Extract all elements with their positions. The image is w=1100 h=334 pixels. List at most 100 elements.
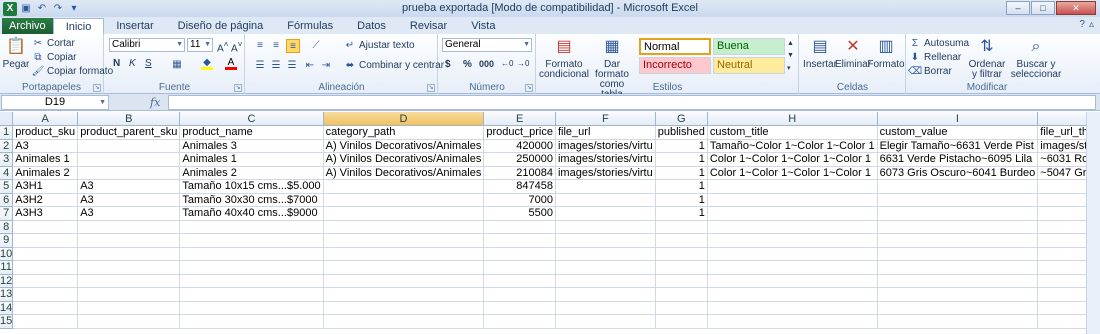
cell-i3[interactable]: 6631 Verde Pistacho~6095 Lila [877,152,1039,167]
cell-d12[interactable] [323,274,485,288]
row-header[interactable]: 8 [0,220,14,234]
cell-f13[interactable] [555,287,656,302]
cell-c9[interactable] [179,233,324,248]
cell-b7[interactable]: A3 [77,206,181,221]
cell-f12[interactable] [555,274,656,288]
row-header[interactable]: 13 [0,287,14,302]
align-bottom-button[interactable]: ≡ [286,39,300,53]
tab-vista[interactable]: Vista [459,18,507,34]
ribbon-minimize-icon[interactable]: ▵ [1089,19,1094,30]
cell-a1[interactable]: product_sku [12,125,79,140]
cell-d15[interactable] [323,314,485,329]
align-left-button[interactable]: ☰ [254,59,266,71]
cell-f9[interactable] [555,233,656,248]
row-header[interactable]: 3 [0,152,14,167]
cell-h12[interactable] [707,274,878,288]
thousands-button[interactable]: 000 [479,59,494,69]
tab-datos[interactable]: Datos [345,18,398,34]
cell-g8[interactable] [655,220,708,234]
row-header[interactable]: 14 [0,301,14,315]
cell-e9[interactable] [483,233,556,248]
cell-h4[interactable]: Color 1~Color 1~Color 1~Color 1 [707,166,878,180]
cell-h8[interactable] [707,220,878,234]
cell-b12[interactable] [77,274,181,288]
styles-scroll-up[interactable]: ▲ [787,40,794,47]
excel-logo-icon[interactable]: X [3,1,17,16]
cell-c3[interactable]: Animales 1 [179,152,324,167]
close-button[interactable]: ✕ [1056,1,1096,15]
row-header[interactable]: 4 [0,166,14,180]
grow-font-button[interactable]: A˄ [217,39,229,54]
borders-button[interactable]: ▦ [171,58,183,70]
cell-c7[interactable]: Tamaño 40x40 cms...$9000 [179,206,324,221]
formula-input[interactable] [168,95,1096,110]
cell-g1[interactable]: published [655,125,708,140]
decrease-decimal-button[interactable]: →0 [517,59,529,68]
cell-i1[interactable]: custom_value [877,125,1039,140]
cell-a14[interactable] [12,301,79,315]
bold-button[interactable]: N [113,58,120,69]
cell-g4[interactable]: 1 [655,166,708,180]
cell-i2[interactable]: Elegir Tamaño~6631 Verde Pist [877,139,1039,153]
cell-d9[interactable] [323,233,485,248]
row-header[interactable]: 7 [0,206,14,221]
row-header[interactable]: 11 [0,260,14,275]
cell-a9[interactable] [12,233,79,248]
vertical-scrollbar[interactable] [1086,112,1100,334]
cell-a6[interactable]: A3H2 [12,193,79,207]
row-header[interactable]: 5 [0,179,14,194]
column-header-e[interactable]: E [483,112,556,126]
cell-c12[interactable] [179,274,324,288]
cell-d11[interactable] [323,260,485,275]
maximize-button[interactable]: □ [1031,1,1055,15]
align-top-button[interactable]: ≡ [254,39,266,51]
cell-c4[interactable]: Animales 2 [179,166,324,180]
percent-button[interactable]: % [463,59,472,70]
cell-f2[interactable]: images/stories/virtu [555,139,656,153]
cell-i9[interactable] [877,233,1039,248]
decrease-indent-button[interactable]: ⇤ [304,59,316,71]
cell-a5[interactable]: A3H1 [12,179,79,194]
cell-a12[interactable] [12,274,79,288]
cell-a10[interactable] [12,247,79,261]
cell-h15[interactable] [707,314,878,329]
cell-a11[interactable] [12,260,79,275]
tab-formulas[interactable]: Fórmulas [275,18,345,34]
clear-button[interactable]: ⌫ Borrar [908,65,952,77]
cell-f15[interactable] [555,314,656,329]
cell-d8[interactable] [323,220,485,234]
help-icon[interactable]: ? [1079,19,1085,30]
autosum-button[interactable]: Σ Autosuma [909,37,969,49]
style-neutral[interactable]: Neutral [713,57,785,74]
cell-f1[interactable]: file_url [555,125,656,140]
cell-g14[interactable] [655,301,708,315]
cell-c5[interactable]: Tamaño 10x15 cms...$5.000 [179,179,324,194]
cell-f8[interactable] [555,220,656,234]
cell-b13[interactable] [77,287,181,302]
cell-b4[interactable] [77,166,181,180]
cell-c6[interactable]: Tamaño 30x30 cms...$7000 [179,193,324,207]
cell-b3[interactable] [77,152,181,167]
cell-d14[interactable] [323,301,485,315]
cell-f6[interactable] [555,193,656,207]
align-center-button[interactable]: ☰ [270,59,282,71]
cell-e2[interactable]: 420000 [483,139,556,153]
cell-e6[interactable]: 7000 [483,193,556,207]
tab-diseno-pagina[interactable]: Diseño de página [166,18,276,34]
cell-f14[interactable] [555,301,656,315]
conditional-format-button[interactable]: ▤ Formato condicional [539,36,589,80]
cell-e14[interactable] [483,301,556,315]
cell-g15[interactable] [655,314,708,329]
number-format-combo[interactable]: General ▼ [442,38,532,52]
dialog-launcher-icon[interactable]: ↘ [93,84,101,92]
row-header[interactable]: 9 [0,233,14,248]
cell-i6[interactable] [877,193,1039,207]
styles-more[interactable]: ▾ [787,64,791,72]
cell-h5[interactable] [707,179,878,194]
tab-archivo[interactable]: Archivo [2,18,53,34]
cell-e4[interactable]: 210084 [483,166,556,180]
cell-d1[interactable]: category_path [323,125,485,140]
cell-i4[interactable]: 6073 Gris Oscuro~6041 Burdeo [877,166,1039,180]
increase-indent-button[interactable]: ⇥ [320,59,332,71]
select-all-corner[interactable] [0,112,14,126]
